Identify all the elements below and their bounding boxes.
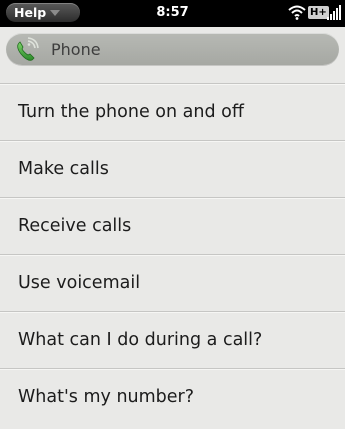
network-type-badge: H+ <box>308 6 329 19</box>
status-bar: Help 8:57 H+ <box>0 0 345 27</box>
list-item[interactable]: What's my number? <box>0 368 345 425</box>
list-item[interactable]: What can I do during a call? <box>0 311 345 368</box>
header: Phone <box>6 33 339 65</box>
phone-icon <box>17 37 39 61</box>
signal-strength-icon <box>327 5 341 20</box>
list-item[interactable]: Make calls <box>0 140 345 197</box>
list-item[interactable]: Receive calls <box>0 197 345 254</box>
list-item[interactable]: Turn the phone on and off <box>0 83 345 140</box>
list-item[interactable]: Use voicemail <box>0 254 345 311</box>
screen: Help 8:57 H+ Phone Turn the phone on and… <box>0 0 345 429</box>
wifi-icon <box>288 5 306 20</box>
help-topic-list: Turn the phone on and off Make calls Rec… <box>0 83 345 425</box>
header-title: Phone <box>51 40 101 59</box>
